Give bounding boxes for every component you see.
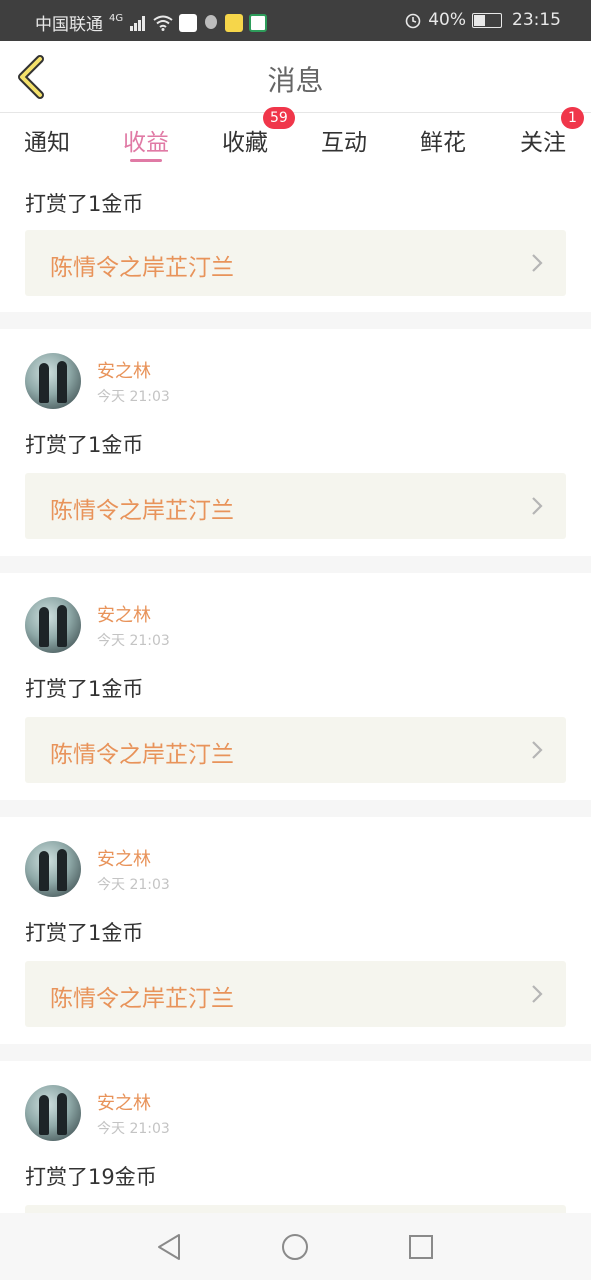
status-right: 40% 23:15: [404, 10, 561, 30]
carrier-label: 中国联通: [35, 15, 103, 35]
avatar[interactable]: [25, 841, 81, 897]
signal-icon: [130, 15, 146, 31]
tab-following[interactable]: 关注: [520, 123, 566, 157]
tab-flowers[interactable]: 鲜花: [420, 123, 466, 157]
book-title: 陈情令之岸芷汀兰: [50, 255, 234, 281]
wechat-icon: [225, 13, 244, 32]
tab-favorites[interactable]: 收藏: [222, 123, 268, 157]
book-title: 陈情令之岸芷汀兰: [50, 986, 234, 1012]
avatar[interactable]: [25, 353, 81, 409]
tab-notice[interactable]: 通知: [24, 123, 70, 157]
message-card: 安之林 今天 21:03 打赏了1金币 陈情令之岸芷汀兰: [0, 329, 591, 556]
battery-icon: [472, 12, 502, 28]
status-left: 中国联通 4G: [35, 10, 268, 35]
active-tab-indicator: [130, 159, 162, 162]
reward-text: 打赏了19金币: [25, 1165, 157, 1189]
reward-text: 打赏了1金币: [25, 677, 144, 701]
status-bar: 中国联通 4G 40% 23:15: [0, 0, 591, 41]
reward-text: 打赏了1金币: [25, 921, 144, 945]
recents-square-icon[interactable]: [407, 1232, 435, 1262]
avatar[interactable]: [25, 597, 81, 653]
tab-bar: 通知 收益 收藏 59 互动 鲜花 关注 1: [0, 107, 591, 168]
battery-percent: 40%: [428, 10, 466, 30]
tab-interaction[interactable]: 互动: [321, 123, 367, 157]
tab-earnings[interactable]: 收益: [123, 123, 169, 157]
user-name[interactable]: 安之林: [97, 845, 151, 871]
message-card: 安之林 今天 21:03 打赏了1金币 陈情令之岸芷汀兰: [0, 817, 591, 1044]
chevron-right-icon: [532, 497, 543, 515]
message-feed: 打赏了1金币 陈情令之岸芷汀兰 安之林 今天 21:03 打赏了1金币 陈情令之…: [0, 168, 591, 1271]
page-title: 消息: [267, 64, 324, 97]
app-header: 消息: [0, 41, 591, 113]
user-name[interactable]: 安之林: [97, 357, 151, 383]
system-nav-bar: [0, 1213, 591, 1280]
favorites-badge: 59: [263, 107, 295, 129]
following-badge: 1: [561, 107, 584, 129]
back-triangle-icon[interactable]: [155, 1232, 183, 1262]
user-name[interactable]: 安之林: [97, 601, 151, 627]
home-circle-icon[interactable]: [281, 1232, 309, 1262]
wifi-icon: [153, 15, 173, 31]
user-name[interactable]: 安之林: [97, 1089, 151, 1115]
message-card: 打赏了1金币 陈情令之岸芷汀兰: [0, 168, 591, 312]
network-label: 4G: [109, 13, 124, 24]
book-link[interactable]: 陈情令之岸芷汀兰: [25, 473, 566, 539]
qq-icon: [205, 14, 218, 29]
book-link[interactable]: 陈情令之岸芷汀兰: [25, 717, 566, 783]
chevron-right-icon: [532, 985, 543, 1003]
book-link[interactable]: 陈情令之岸芷汀兰: [25, 230, 566, 296]
message-time: 今天 21:03: [97, 633, 170, 649]
alarm-icon: [405, 13, 421, 29]
app-icon: [249, 13, 268, 32]
message-time: 今天 21:03: [97, 877, 170, 893]
clock: 23:15: [512, 10, 561, 30]
message-time: 今天 21:03: [97, 1121, 170, 1137]
message-time: 今天 21:03: [97, 389, 170, 405]
message-card: 安之林 今天 21:03 打赏了1金币 陈情令之岸芷汀兰: [0, 573, 591, 800]
reward-text: 打赏了1金币: [25, 433, 144, 457]
app-notification-icon: [179, 13, 198, 32]
book-title: 陈情令之岸芷汀兰: [50, 742, 234, 768]
chevron-right-icon: [532, 254, 543, 272]
avatar[interactable]: [25, 1085, 81, 1141]
reward-text: 打赏了1金币: [25, 192, 144, 216]
chevron-right-icon: [532, 741, 543, 759]
book-title: 陈情令之岸芷汀兰: [50, 498, 234, 524]
book-link[interactable]: 陈情令之岸芷汀兰: [25, 961, 566, 1027]
